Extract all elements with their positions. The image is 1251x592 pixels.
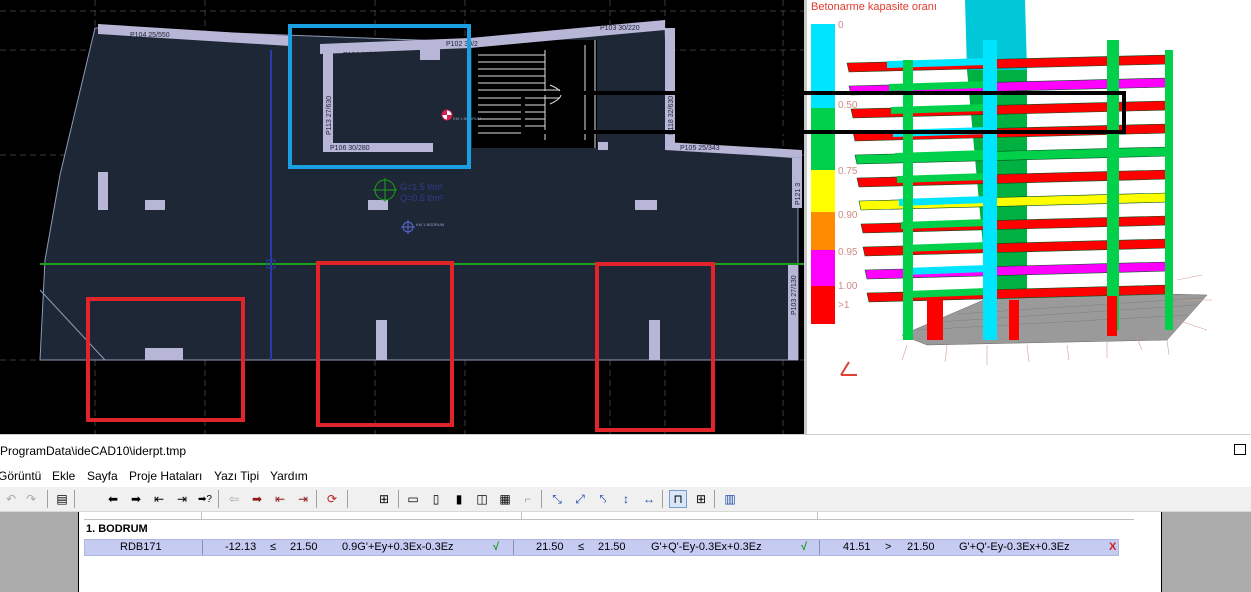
table-icon[interactable]: ▦ [496, 490, 514, 508]
cad-drawing: P104 25/550 P101 30/250 P102 30/2 P103 3… [0, 0, 804, 434]
report-title-bar[interactable]: ProgramData\ideCAD10\iderpt.tmp [0, 435, 1251, 465]
report-window-title: ProgramData\ideCAD10\iderpt.tmp [0, 444, 187, 458]
legend-value-4: 0.95 [838, 247, 858, 258]
legend-value-6: >1 [838, 300, 850, 311]
check1-combo: 0.9G'+Ey+0.3Ex-0.3Ez [342, 541, 454, 553]
menu-sayfa[interactable]: Sayfa [87, 469, 118, 483]
split-icon[interactable]: ⊓ [669, 490, 687, 508]
legend-value-2: 0.75 [838, 166, 858, 177]
building-model [846, 0, 1208, 346]
prev-error-icon[interactable]: ⇦ [225, 490, 243, 508]
page-icon[interactable]: ▤ [53, 490, 71, 508]
wall-label-p102: P102 30/2 [446, 41, 478, 48]
menu-ekle[interactable]: Ekle [52, 469, 75, 483]
undo-icon[interactable]: ↶ [2, 490, 20, 508]
legend-swatch-1 [811, 108, 835, 170]
cad-plan-view[interactable]: P104 25/550 P101 30/250 P102 30/2 P103 3… [0, 0, 804, 434]
report-menu-bar: Görüntü Ekle Sayfa Proje Hataları Yazı T… [0, 465, 1251, 487]
check1-status-icon: √ [493, 541, 500, 553]
zoom-out-icon[interactable]: ⤣ [594, 490, 612, 508]
wall-label-p121: P121 3 [795, 183, 802, 205]
report-page-area[interactable]: 1. BODRUM RDB171 -12.13 ≤ 21.50 0.9G'+Ey… [0, 512, 1251, 592]
wall-label-p106: P106 30/280 [330, 145, 370, 152]
wall-label-p118: P118 32/630 [668, 96, 675, 135]
wall-label-p103b: P103 27/130 [791, 275, 798, 315]
check2-limit: 21.50 [598, 541, 626, 553]
menu-yazi-tipi[interactable]: Yazı Tipi [214, 469, 259, 483]
check1-value: -12.13 [225, 541, 257, 553]
check2-status-icon: √ [801, 541, 808, 553]
element-name: RDB171 [120, 541, 162, 553]
stair [472, 40, 597, 148]
wall-label-p101: P101 30/250 [343, 52, 383, 59]
align-horizontal-icon[interactable]: ↔ [640, 490, 658, 508]
page-left-icon[interactable]: ▯ [427, 490, 445, 508]
load-q-label: Q=0.5 t/m² [400, 193, 443, 203]
check2-combo: G'+Q'-Ey-0.3Ex+0.3Ez [651, 541, 762, 553]
check2-operator: ≤ [578, 541, 585, 553]
first-error-icon[interactable]: ⇤ [271, 490, 289, 508]
load-g-label: G=1.5 t/m² [400, 182, 443, 192]
legend-swatch-3 [811, 212, 835, 250]
section-heading: 1. BODRUM [86, 523, 148, 535]
menu-yardim[interactable]: Yardım [270, 469, 308, 483]
wall-label-p113: P113 27/630 [326, 96, 333, 135]
report-page: 1. BODRUM RDB171 -12.13 ≤ 21.50 0.9G'+Ey… [78, 512, 1162, 592]
arrow-last-icon[interactable]: ⇥ [173, 490, 191, 508]
3d-capacity-view[interactable]: Betonarme kapasite oranı 0 0.50 0.75 0.9… [807, 0, 1251, 434]
check3-value: 41.51 [843, 541, 871, 553]
maximize-button[interactable] [1234, 444, 1246, 455]
check3-combo: G'+Q'-Ey-0.3Ex+0.3Ez [959, 541, 1070, 553]
legend-value-5: 1.00 [838, 281, 858, 292]
check3-operator: > [885, 541, 892, 553]
screen-root: P104 25/550 P101 30/250 P102 30/2 P103 3… [0, 0, 1251, 592]
check1-limit: 21.50 [290, 541, 318, 553]
align-vertical-icon[interactable]: ↕ [617, 490, 635, 508]
axis-indicator-icon [840, 361, 857, 376]
menu-proje-hatalari[interactable]: Proje Hataları [129, 469, 202, 483]
columns-icon[interactable]: ▥ [721, 490, 739, 508]
wall-label-p103: P103 30/220 [600, 25, 640, 32]
page-both-icon[interactable]: ◫ [473, 490, 491, 508]
legend-value-0: 0 [838, 20, 844, 31]
arrow-right-icon[interactable]: ➡ [127, 490, 145, 508]
check3-limit: 21.50 [907, 541, 935, 553]
arrow-query-icon[interactable]: ➡? [196, 490, 214, 508]
check1-operator: ≤ [270, 541, 277, 553]
redo-icon[interactable]: ↷ [22, 490, 40, 508]
page-view-icon[interactable]: ▭ [404, 490, 422, 508]
tree-icon[interactable]: ⊞ [375, 490, 393, 508]
grid-icon[interactable]: ⊞ [692, 490, 710, 508]
rigidity-label: KM 1 BODRUM [416, 222, 444, 227]
export-icon[interactable]: ⌐ [519, 490, 537, 508]
legend-swatch-0 [811, 24, 835, 108]
wall-label-p104: P104 25/550 [130, 32, 170, 39]
report-grid-header [84, 512, 1134, 520]
legend-title: Betonarme kapasite oranı [811, 1, 937, 13]
page-right-icon[interactable]: ▮ [450, 490, 468, 508]
3d-drawing: Betonarme kapasite oranı 0 0.50 0.75 0.9… [811, 0, 1212, 376]
table-row[interactable]: RDB171 -12.13 ≤ 21.50 0.9G'+Ey+0.3Ex-0.3… [84, 539, 1119, 556]
last-error-icon[interactable]: ⇥ [294, 490, 312, 508]
next-error-icon[interactable]: ➡ [248, 490, 266, 508]
legend-swatch-2 [811, 170, 835, 212]
legend-value-3: 0.90 [838, 210, 858, 221]
page-side-margin [1162, 512, 1251, 592]
wall-label-p105: P105 25/343 [680, 145, 720, 152]
zoom-icon[interactable]: ⤡ [548, 490, 566, 508]
zoom-fit-icon[interactable]: ⤢ [571, 490, 589, 508]
menu-goruntu[interactable]: Görüntü [0, 469, 41, 483]
legend-swatch-5 [811, 286, 835, 324]
legend-swatch-4 [811, 250, 835, 286]
report-window: ProgramData\ideCAD10\iderpt.tmp Görüntü … [0, 434, 1251, 592]
check2-value: 21.50 [536, 541, 564, 553]
arrow-left-icon[interactable]: ⬅ [104, 490, 122, 508]
arrow-first-icon[interactable]: ⇤ [150, 490, 168, 508]
check3-status-icon: X [1109, 541, 1117, 553]
refresh-icon[interactable]: ⟳ [323, 490, 341, 508]
report-toolbar: ↶ ↷ ▤ ⬅ ➡ ⇤ ⇥ ➡? ⇦ ➡ ⇤ ⇥ ⟳ ⊞ ▭ ▯ ▮ ◫ ▦ ⌐ [0, 487, 1251, 512]
